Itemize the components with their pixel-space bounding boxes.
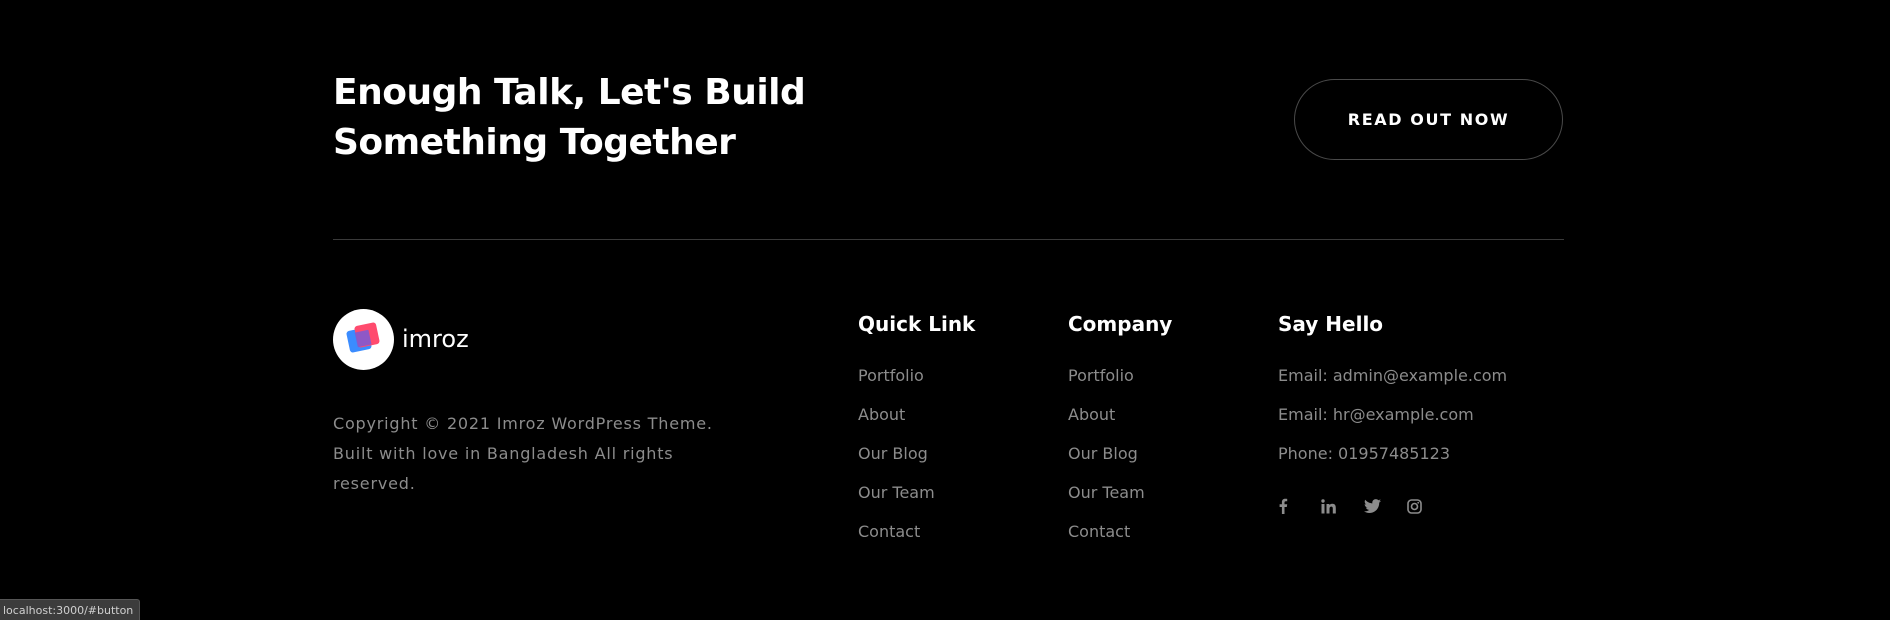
list-item: Contact (1068, 522, 1145, 561)
twitter-icon[interactable] (1364, 496, 1407, 516)
browser-status-bar: localhost:3000/#button (0, 599, 141, 620)
facebook-icon[interactable] (1278, 496, 1321, 516)
company-link-portfolio[interactable]: Portfolio (1068, 366, 1134, 385)
social-links (1278, 496, 1450, 516)
copyright-text: Copyright © 2021 Imroz WordPress Theme. … (333, 414, 713, 493)
list-item: About (858, 405, 935, 444)
quick-link-contact[interactable]: Contact (858, 522, 920, 541)
contact-email-hr: Email: hr@example.com (1278, 405, 1474, 424)
say-hello-title: Say Hello (1278, 312, 1384, 336)
list-item: Our Team (1068, 483, 1145, 522)
instagram-icon[interactable] (1407, 496, 1450, 516)
list-item: Our Team (858, 483, 935, 522)
quick-link-portfolio[interactable]: Portfolio (858, 366, 924, 385)
cta-heading-line-2: Something Together (333, 122, 736, 163)
brand-logo[interactable] (333, 309, 394, 370)
quick-link-column: Quick Link Portfolio About Our Blog Our … (858, 310, 976, 541)
list-item: Portfolio (858, 366, 935, 405)
brand-logo-icon (346, 322, 380, 353)
linkedin-icon[interactable] (1321, 496, 1364, 516)
list-item: Our Blog (858, 444, 935, 483)
company-title: Company (1068, 312, 1173, 336)
company-list: Portfolio About Our Blog Our Team Contac… (1068, 366, 1145, 561)
quick-link-about[interactable]: About (858, 405, 905, 424)
company-link-our-team[interactable]: Our Team (1068, 483, 1145, 502)
company-link-contact[interactable]: Contact (1068, 522, 1130, 541)
contact-email-admin: Email: admin@example.com (1278, 366, 1508, 385)
company-column: Company Portfolio About Our Blog Our Tea… (1068, 310, 1173, 541)
quick-link-list: Portfolio About Our Blog Our Team Contac… (858, 366, 935, 561)
say-hello-column: Say Hello Email: admin@example.com Email… (1278, 310, 1507, 514)
read-out-now-button[interactable]: READ OUT NOW (1294, 79, 1563, 160)
cta-heading-line-1: Enough Talk, Let's Build (333, 72, 806, 113)
list-item: Contact (858, 522, 935, 561)
quick-link-our-team[interactable]: Our Team (858, 483, 935, 502)
cta-heading: Enough Talk, Let's Build Something Togeth… (333, 68, 853, 168)
footer-page: Enough Talk, Let's Build Something Togeth… (0, 0, 1890, 620)
list-item: About (1068, 405, 1145, 444)
brand-name[interactable]: imroz (402, 324, 469, 354)
list-item: Portfolio (1068, 366, 1145, 405)
quick-link-title: Quick Link (858, 312, 976, 336)
footer-divider (333, 239, 1564, 240)
company-link-our-blog[interactable]: Our Blog (1068, 444, 1138, 463)
contact-phone: Phone: 01957485123 (1278, 444, 1451, 463)
company-link-about[interactable]: About (1068, 405, 1115, 424)
quick-link-our-blog[interactable]: Our Blog (858, 444, 928, 463)
list-item: Our Blog (1068, 444, 1145, 483)
contact-list: Email: admin@example.com Email: hr@examp… (1278, 366, 1507, 483)
